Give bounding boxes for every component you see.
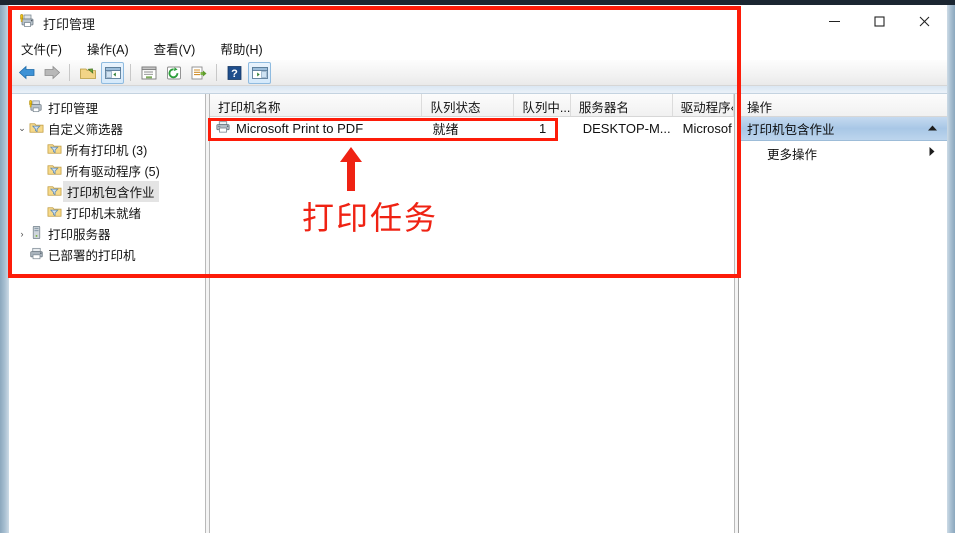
window-controls [812, 5, 947, 38]
tree-node-print-servers[interactable]: › 打印服务器 [9, 223, 205, 244]
tree-node-label: 打印服务器 [48, 228, 111, 242]
menu-action[interactable]: 操作(A) [83, 38, 140, 60]
toolbar-separator [130, 64, 131, 81]
column-header-driver-name[interactable]: 驱动程序‹ [673, 94, 734, 116]
column-header-server-name[interactable]: 服务器名 [571, 94, 673, 116]
printer-icon [29, 246, 44, 264]
window-frame-right [947, 5, 955, 533]
window-title: 打印管理 [43, 17, 96, 32]
tree-node-label: 打印管理 [48, 102, 99, 116]
filter-folder-icon [29, 120, 44, 138]
cell-server-name: DESKTOP-M... [582, 120, 671, 136]
svg-text:?: ? [231, 68, 238, 80]
show-action-pane-icon[interactable] [248, 61, 271, 84]
action-pane: 操作 打印机包含作业 更多操作 [739, 94, 947, 533]
cell-printer-name: Microsoft Print to PDF [210, 120, 422, 137]
help-icon[interactable]: ? [223, 62, 246, 84]
titlebar-left: 打印管理 [20, 13, 95, 34]
list-header-row: 打印机名称 队列状态 队列中... 服务器名 驱动程序‹ [210, 94, 734, 117]
print-management-window: 打印管理 文件(F) 操作(A) 查看(V) 帮助(H) ? 打印管理 ⌄ 自定… [9, 5, 947, 533]
table-row[interactable]: Microsoft Print to PDF 就绪 1 DESKTOP-M...… [210, 117, 734, 139]
minimize-button[interactable] [812, 5, 857, 38]
tree-node-label: 打印机包含作业 [63, 181, 159, 202]
menu-view[interactable]: 查看(V) [150, 38, 207, 60]
printer-management-icon [20, 13, 36, 34]
printer-list: 打印机名称 队列状态 队列中... 服务器名 驱动程序‹ Microsoft P… [210, 94, 734, 533]
column-header-queue-status[interactable]: 队列状态 [422, 94, 515, 116]
column-header-jobs-in-queue[interactable]: 队列中... [514, 94, 571, 116]
tree-node-deployed-printers[interactable]: 已部署的打印机 [9, 244, 205, 265]
printer-name-text: Microsoft Print to PDF [236, 120, 364, 136]
menu-file[interactable]: 文件(F) [17, 38, 73, 60]
cell-driver-name: Microsof [682, 120, 732, 136]
tree-node-printers-with-jobs[interactable]: 打印机包含作业 [9, 181, 205, 202]
maximize-button[interactable] [857, 5, 902, 38]
filter-folder-icon [47, 204, 62, 222]
forward-arrow-icon[interactable] [40, 62, 63, 84]
filter-folder-icon [47, 162, 62, 180]
window-frame-left [0, 5, 9, 533]
toolbar: ? [9, 60, 947, 86]
filter-folder-icon [47, 183, 62, 201]
printer-icon [215, 120, 231, 137]
cell-queue-status: 就绪 [432, 121, 459, 137]
properties-icon[interactable] [137, 62, 160, 84]
refresh-icon[interactable] [162, 62, 185, 84]
pane-top-band [9, 86, 947, 94]
tree-node-custom-filters[interactable]: ⌄ 自定义筛选器 [9, 118, 205, 139]
tree-node-all-printers[interactable]: 所有打印机 (3) [9, 139, 205, 160]
up-folder-icon[interactable] [76, 62, 99, 84]
chevron-down-icon[interactable]: ⌄ [15, 123, 29, 134]
export-list-icon[interactable] [187, 62, 210, 84]
action-group-printers-with-jobs[interactable]: 打印机包含作业 [739, 117, 947, 141]
tree-node-label: 所有打印机 (3) [66, 144, 148, 158]
tree-node-label: 自定义筛选器 [48, 123, 124, 137]
back-arrow-icon[interactable] [15, 62, 38, 84]
tree-node-label: 所有驱动程序 (5) [66, 165, 160, 179]
server-icon [29, 225, 44, 243]
chevron-right-icon[interactable]: › [15, 229, 29, 239]
tree-node-all-drivers[interactable]: 所有驱动程序 (5) [9, 160, 205, 181]
caret-right-icon[interactable] [928, 146, 936, 160]
menu-help[interactable]: 帮助(H) [216, 38, 273, 60]
cell-jobs-in-queue: 1 [538, 120, 547, 136]
tree-node-printers-not-ready[interactable]: 打印机未就绪 [9, 202, 205, 223]
screen: 打印管理 文件(F) 操作(A) 查看(V) 帮助(H) ? 打印管理 ⌄ 自定… [0, 0, 955, 533]
caret-up-icon[interactable] [927, 124, 938, 134]
content-panes: 打印管理 ⌄ 自定义筛选器 所有打印机 (3) 所有驱动程序 (5) 打印机包含… [9, 94, 947, 533]
menubar: 文件(F) 操作(A) 查看(V) 帮助(H) [9, 38, 947, 60]
show-console-tree-icon[interactable] [101, 61, 124, 84]
filter-folder-icon [47, 141, 62, 159]
toolbar-separator [69, 64, 70, 81]
tree-node-print-management[interactable]: 打印管理 [9, 97, 205, 118]
titlebar: 打印管理 [9, 5, 947, 38]
column-header-printer-name[interactable]: 打印机名称 [210, 94, 423, 116]
console-tree: 打印管理 ⌄ 自定义筛选器 所有打印机 (3) 所有驱动程序 (5) 打印机包含… [9, 94, 205, 533]
tree-node-label: 已部署的打印机 [48, 249, 136, 263]
action-item-more-actions[interactable]: 更多操作 [739, 141, 947, 165]
tree-node-label: 打印机未就绪 [66, 207, 142, 221]
action-pane-header: 操作 [739, 94, 947, 117]
toolbar-separator [216, 64, 217, 81]
printer-management-icon [29, 99, 44, 117]
close-button[interactable] [902, 5, 947, 38]
action-item-label: 更多操作 [767, 147, 818, 162]
action-group-title: 打印机包含作业 [747, 123, 835, 137]
